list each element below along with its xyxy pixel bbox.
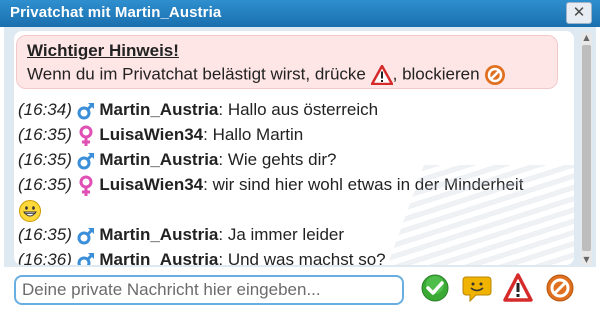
message-row: (16:34) Martin_Austria: Hallo aus österr… <box>18 97 558 122</box>
close-button[interactable]: ✕ <box>566 2 592 24</box>
male-icon <box>77 227 94 245</box>
notice-text-part2: , blockieren <box>392 64 480 84</box>
message-row: (16:36) Martin_Austria: Und was machst s… <box>18 247 558 265</box>
message-text: : Hallo Martin <box>203 125 304 144</box>
notice-box: Wichtiger Hinweis! Wenn du im Privatchat… <box>16 35 558 89</box>
block-button-icon[interactable] <box>545 273 575 303</box>
message-row: (16:35) LuisaWien34: wir sind hier wohl … <box>18 172 558 222</box>
message-user[interactable]: LuisaWien34 <box>99 125 203 144</box>
message-text: : Hallo aus österreich <box>218 100 379 119</box>
message-time: (16:35) <box>18 175 72 194</box>
message-user[interactable]: Martin_Austria <box>99 150 218 169</box>
notice-text: Wenn du im Privatchat belästigt wirst, d… <box>27 62 547 87</box>
chat-frame: Wichtiger Hinweis! Wenn du im Privatchat… <box>4 27 596 267</box>
send-check-icon[interactable] <box>420 273 450 303</box>
message-time: (16:35) <box>18 225 72 244</box>
male-icon <box>77 252 94 265</box>
scroll-down-arrow-icon[interactable]: ▼ <box>581 255 592 265</box>
message-input[interactable] <box>14 275 404 305</box>
window-titlebar: Privatchat mit Martin_Austria ✕ <box>0 0 600 27</box>
message-time: (16:35) <box>18 150 72 169</box>
smiley-bubble-icon[interactable] <box>462 273 492 303</box>
scrollbar-thumb[interactable] <box>582 45 591 251</box>
female-icon <box>79 125 93 146</box>
scroll-up-arrow-icon[interactable]: ▲ <box>581 33 592 43</box>
message-text: : Und was machst so? <box>218 250 386 265</box>
message-user[interactable]: Martin_Austria <box>99 225 218 244</box>
chat-scrollbar[interactable]: ▲ ▼ <box>581 33 592 265</box>
message-row: (16:35) Martin_Austria: Ja immer leider <box>18 222 558 247</box>
input-bar <box>0 267 600 314</box>
message-row: (16:35) LuisaWien34: Hallo Martin <box>18 122 558 147</box>
message-time: (16:34) <box>18 100 72 119</box>
message-user[interactable]: Martin_Austria <box>99 100 218 119</box>
report-warning-icon[interactable] <box>503 273 533 303</box>
grin-smiley-icon <box>19 199 41 222</box>
male-icon <box>77 102 94 120</box>
message-user[interactable]: LuisaWien34 <box>99 175 203 194</box>
chat-history[interactable]: Wichtiger Hinweis! Wenn du im Privatchat… <box>14 31 574 265</box>
message-text: : Wie gehts dir? <box>218 150 337 169</box>
notice-text-part1: Wenn du im Privatchat belästigt wirst, d… <box>27 64 366 84</box>
block-icon <box>485 64 506 85</box>
message-list: (16:34) Martin_Austria: Hallo aus österr… <box>18 97 558 265</box>
female-icon <box>79 175 93 196</box>
notice-heading: Wichtiger Hinweis! <box>27 41 179 60</box>
message-time: (16:36) <box>18 250 72 265</box>
window-title: Privatchat mit Martin_Austria <box>10 4 222 21</box>
male-icon <box>77 152 94 170</box>
message-user[interactable]: Martin_Austria <box>99 250 218 265</box>
message-time: (16:35) <box>18 125 72 144</box>
message-text: : wir sind hier wohl etwas in der Minder… <box>203 175 524 194</box>
warning-triangle-icon <box>370 64 393 85</box>
message-row: (16:35) Martin_Austria: Wie gehts dir? <box>18 147 558 172</box>
message-text: : Ja immer leider <box>218 225 345 244</box>
